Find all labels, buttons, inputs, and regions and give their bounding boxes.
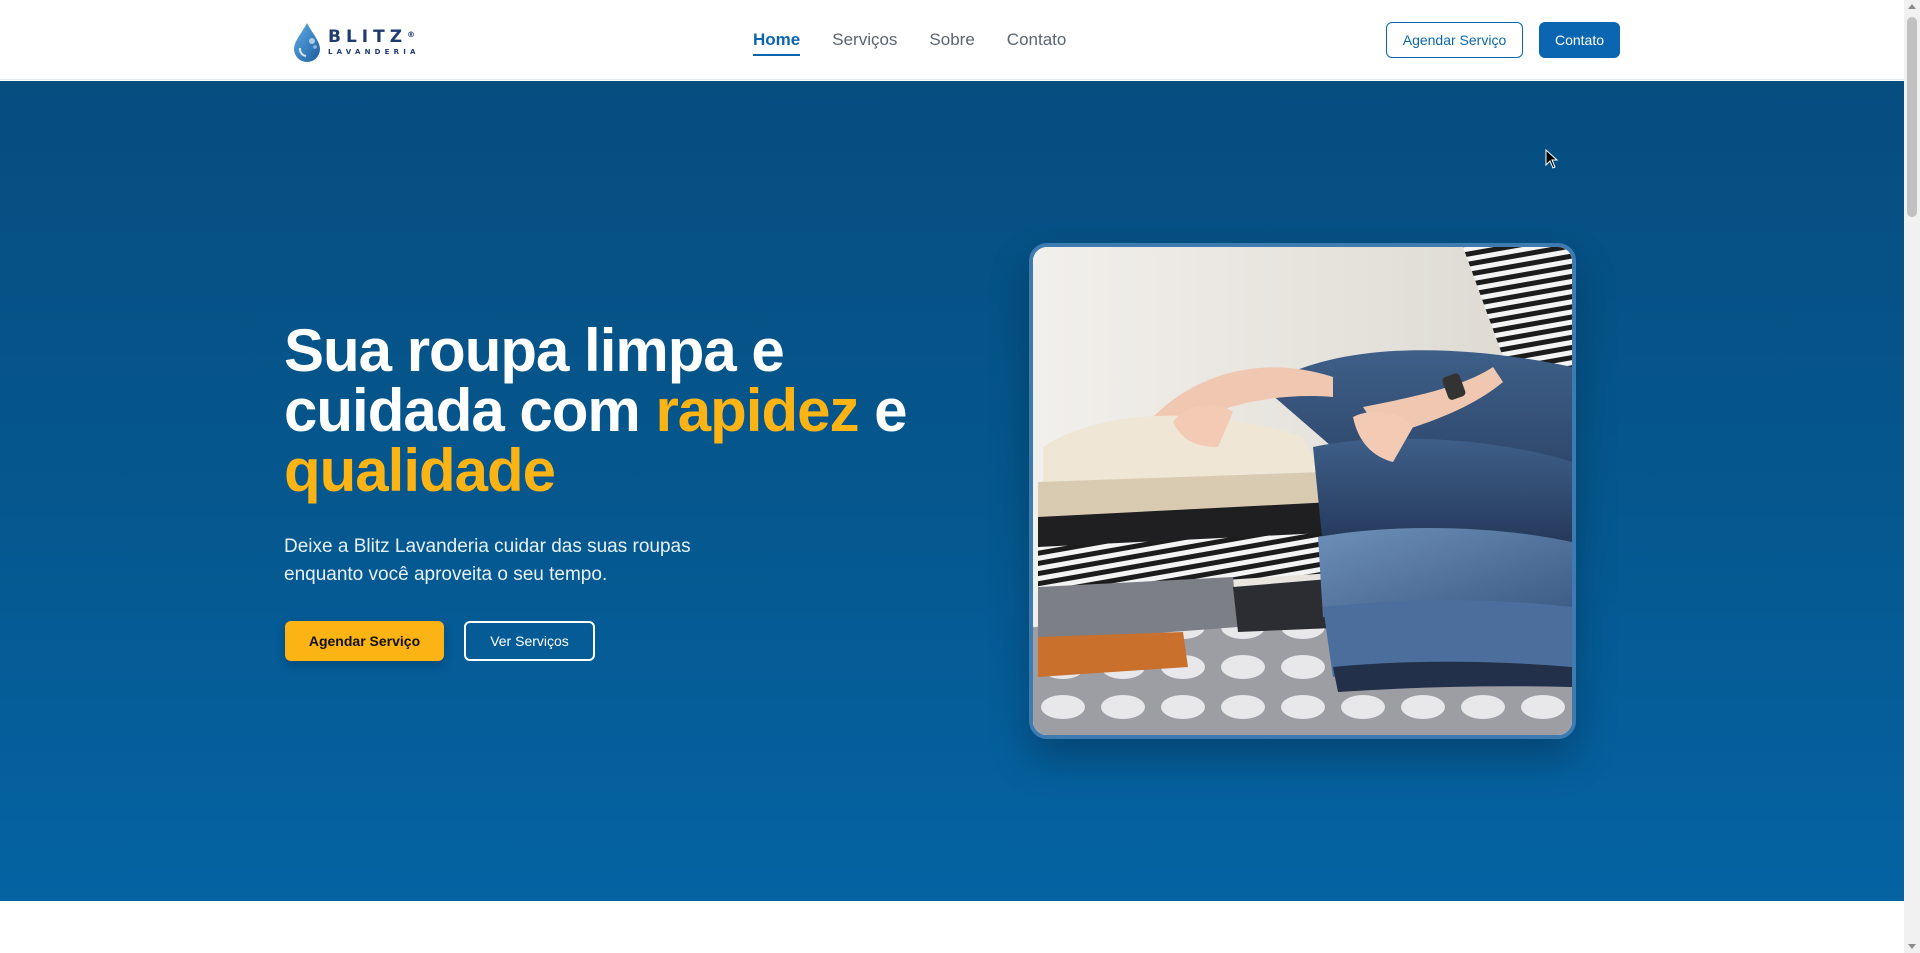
brand-name: BLITZ® <box>328 26 416 47</box>
hero-image <box>1029 243 1576 739</box>
hero-title-accent-qualidade: qualidade <box>284 437 556 504</box>
hero-title-accent-rapidez: rapidez <box>655 377 859 444</box>
site-header: BLITZ® LAVANDERIA Home Serviços Sobre Co… <box>0 0 1904 80</box>
nav-item-contato[interactable]: Contato <box>1007 24 1067 56</box>
hero-section: Sua roupa limpa e cuidada com rapidez e … <box>0 81 1904 901</box>
water-drop-icon <box>294 23 320 62</box>
header-schedule-button[interactable]: Agendar Serviço <box>1386 22 1523 58</box>
header-contact-button[interactable]: Contato <box>1539 22 1620 58</box>
main-nav: Home Serviços Sobre Contato <box>753 0 1098 80</box>
hero-title: Sua roupa limpa e cuidada com rapidez e … <box>284 317 908 504</box>
nav-item-servicos[interactable]: Serviços <box>832 24 897 56</box>
next-section <box>0 901 1904 953</box>
brand-tagline: LAVANDERIA <box>328 47 420 56</box>
hero-view-services-button[interactable]: Ver Serviços <box>464 621 595 661</box>
nav-item-sobre[interactable]: Sobre <box>929 24 974 56</box>
scroll-down-arrow-icon[interactable] <box>1908 944 1916 949</box>
brand-logo[interactable]: BLITZ® LAVANDERIA <box>290 20 420 64</box>
hero-subtitle: Deixe a Blitz Lavanderia cuidar das suas… <box>284 536 691 585</box>
page-scrollbar[interactable] <box>1904 0 1920 953</box>
mouse-cursor-icon <box>1545 149 1559 169</box>
scroll-up-arrow-icon[interactable] <box>1908 4 1916 9</box>
hero-schedule-button[interactable]: Agendar Serviço <box>285 621 444 661</box>
folded-clothes-photo <box>1033 247 1572 735</box>
scrollbar-thumb[interactable] <box>1907 17 1917 217</box>
nav-item-home[interactable]: Home <box>753 24 801 56</box>
